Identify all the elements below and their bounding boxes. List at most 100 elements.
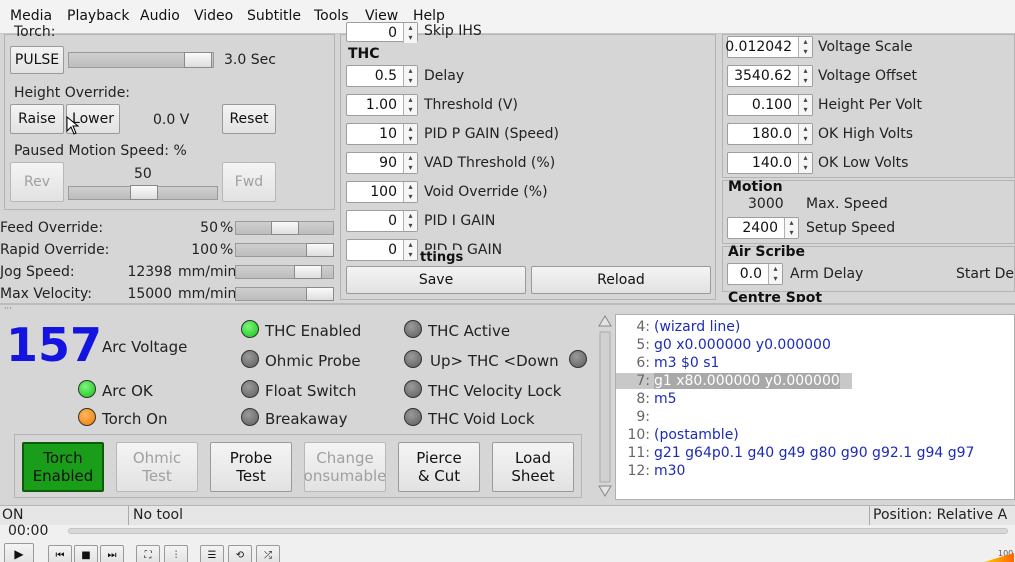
paused-speed-handle[interactable] — [130, 185, 158, 200]
position-status: Position: Relative A — [873, 507, 1008, 523]
override-slider-handle-2[interactable] — [293, 265, 322, 279]
extended-settings-button[interactable]: ⫶ — [164, 545, 188, 562]
voltage-spin-3-value: 180.0 — [751, 126, 792, 142]
override-unit-0: % — [220, 220, 234, 236]
thc-spin-2[interactable]: 10 ▴ ▾ — [346, 123, 418, 145]
gcode-line[interactable]: 9: — [616, 409, 654, 425]
menu-video[interactable]: Video — [194, 8, 233, 24]
thc-spin-1[interactable]: 1.00 ▴ ▾ — [346, 94, 418, 116]
thc-velocity-lock-label: THC Velocity Lock — [428, 382, 562, 400]
override-value-0: 50 — [200, 220, 218, 236]
pulse-slider-handle[interactable] — [184, 52, 212, 68]
fwd-button[interactable]: Fwd — [222, 162, 276, 202]
gcode-line[interactable]: 12: m30 — [616, 463, 685, 479]
previous-button[interactable]: ⏮ — [48, 545, 72, 562]
playlist-icon: ☰ — [207, 549, 217, 561]
spin-arrows-icon[interactable]: ▴ ▾ — [403, 240, 417, 260]
thc-spin-3-value: 90 — [379, 155, 397, 171]
setup-speed-label: Setup Speed — [806, 220, 896, 236]
spin-arrows-icon[interactable]: ▴ ▾ — [798, 153, 812, 173]
tool-status: No tool — [133, 507, 183, 523]
line-number: 5: — [636, 337, 650, 353]
thc-spin-6-value: 0 — [388, 242, 397, 258]
action-button-1[interactable]: Ohmic Test — [116, 442, 198, 492]
fullscreen-button[interactable]: ⛶ — [136, 545, 160, 562]
spin-arrows-icon[interactable]: ▴ ▾ — [403, 95, 417, 115]
elapsed-time: 00:00 — [8, 523, 49, 539]
voltage-spin-2[interactable]: 0.100 ▴ ▾ — [727, 94, 813, 116]
next-button[interactable]: ⏭ — [100, 545, 124, 562]
play-button[interactable]: ▶ — [4, 543, 34, 562]
shuffle-button[interactable]: ⤮ — [256, 545, 280, 562]
action-button-2[interactable]: Probe Test — [210, 442, 292, 492]
action-button-4[interactable]: Pierce & Cut — [398, 442, 480, 492]
previous-icon: ⏮ — [55, 549, 65, 561]
arc-voltage-label: Arc Voltage — [102, 338, 188, 356]
action-button-line2: Enabled — [32, 467, 94, 485]
override-value-3: 15000 — [127, 286, 172, 302]
playlist-button[interactable]: ☰ — [200, 545, 224, 562]
spin-arrows-icon[interactable]: ▴ ▾ — [798, 66, 812, 86]
spin-arrows-icon[interactable]: ▴ ▾ — [403, 153, 417, 173]
spin-arrows-icon[interactable]: ▴ ▾ — [403, 66, 417, 86]
voltage-spin-2-value: 0.100 — [751, 97, 792, 113]
thc-spin-4[interactable]: 100 ▴ ▾ — [346, 181, 418, 203]
voltage-spin-4[interactable]: 140.0 ▴ ▾ — [727, 152, 813, 174]
menu-media[interactable]: Media — [10, 8, 52, 24]
voltage-spin-0[interactable]: 0.012042 ▴ ▾ — [725, 36, 813, 58]
menu-playback[interactable]: Playback — [67, 8, 129, 24]
action-button-5[interactable]: Load Sheet — [492, 442, 574, 492]
menu-help[interactable]: Help — [413, 8, 445, 24]
override-slider-handle-0[interactable] — [270, 221, 299, 235]
seek-bar[interactable] — [68, 528, 1008, 534]
override-slider-handle-3[interactable] — [306, 287, 334, 301]
spin-arrows-icon[interactable]: ▴ ▾ — [403, 182, 417, 202]
spin-arrows-icon[interactable]: ▴ ▾ — [798, 37, 812, 57]
loop-button[interactable]: ⟲ — [228, 545, 252, 562]
float-switch-led — [241, 380, 259, 398]
voltage-spin-1[interactable]: 3540.62 ▴ ▾ — [727, 65, 813, 87]
ohmic-probe-led — [241, 350, 259, 368]
action-button-0[interactable]: Torch Enabled — [22, 442, 104, 492]
menu-subtitle[interactable]: Subtitle — [247, 8, 301, 24]
raise-button[interactable]: Raise — [10, 104, 64, 134]
mouse-cursor-icon — [66, 116, 80, 135]
gcode-line[interactable]: 5: g0 x0.000000 y0.000000 — [616, 337, 831, 353]
gcode-line[interactable]: 8: m5 — [616, 391, 676, 407]
voltage-spin-3[interactable]: 180.0 ▴ ▾ — [727, 123, 813, 145]
spin-arrows-icon[interactable]: ▴ ▾ — [403, 124, 417, 144]
thc-spin-6[interactable]: 0 ▴ ▾ — [346, 239, 418, 261]
menu-audio[interactable]: Audio — [140, 8, 180, 24]
pulse-button[interactable]: PULSE — [10, 46, 64, 74]
float-switch-label: Float Switch — [265, 382, 357, 400]
thc-label-4: Void Override (%) — [424, 184, 548, 200]
gcode-text: g1 x80.000000 y0.000000 — [654, 373, 840, 389]
action-button-line1: Torch — [43, 449, 83, 467]
gcode-line[interactable]: 10: (postamble) — [616, 427, 738, 443]
arm-delay-spin[interactable]: 0.0 ▴ ▾ — [727, 263, 783, 285]
setup-speed-spin[interactable]: 2400 ▴ ▾ — [727, 217, 799, 239]
reset-button[interactable]: Reset — [222, 104, 276, 134]
thc-spin-0[interactable]: 0.5 ▴ ▾ — [346, 65, 418, 87]
gcode-line[interactable]: 11: g21 g64p0.1 g40 g49 g80 g90 g92.1 g94… — [616, 445, 974, 461]
play-icon: ▶ — [14, 547, 24, 561]
gcode-line[interactable]: 7: g1 x80.000000 y0.000000 — [616, 373, 852, 389]
stop-button[interactable]: ■ — [74, 545, 98, 562]
skip-ihs-spin[interactable]: 0 ▴ ▾ — [346, 22, 418, 43]
override-slider-handle-1[interactable] — [306, 243, 334, 257]
spin-arrows-icon[interactable]: ▴ ▾ — [798, 95, 812, 115]
gcode-line[interactable]: 6: m3 $0 s1 — [616, 355, 719, 371]
thc-spin-5[interactable]: 0 ▴ ▾ — [346, 210, 418, 232]
reload-button[interactable]: Reload — [531, 266, 711, 294]
gcode-viewer[interactable]: 4: (wizard line) 5: g0 x0.000000 y0.000000 6… — [615, 314, 1015, 500]
spin-arrows-icon[interactable]: ▴ ▾ — [403, 211, 417, 231]
spin-arrows-icon[interactable]: ▴ ▾ — [798, 124, 812, 144]
menu-tools[interactable]: Tools — [314, 8, 349, 24]
thc-title: THC — [348, 46, 380, 62]
rev-button[interactable]: Rev — [10, 162, 64, 202]
action-button-3[interactable]: Change onsumable — [304, 442, 386, 492]
thc-spin-3[interactable]: 90 ▴ ▾ — [346, 152, 418, 174]
gcode-scrollbar[interactable] — [597, 314, 613, 500]
gcode-line[interactable]: 4: (wizard line) — [616, 319, 740, 335]
save-button[interactable]: Save — [346, 266, 526, 294]
